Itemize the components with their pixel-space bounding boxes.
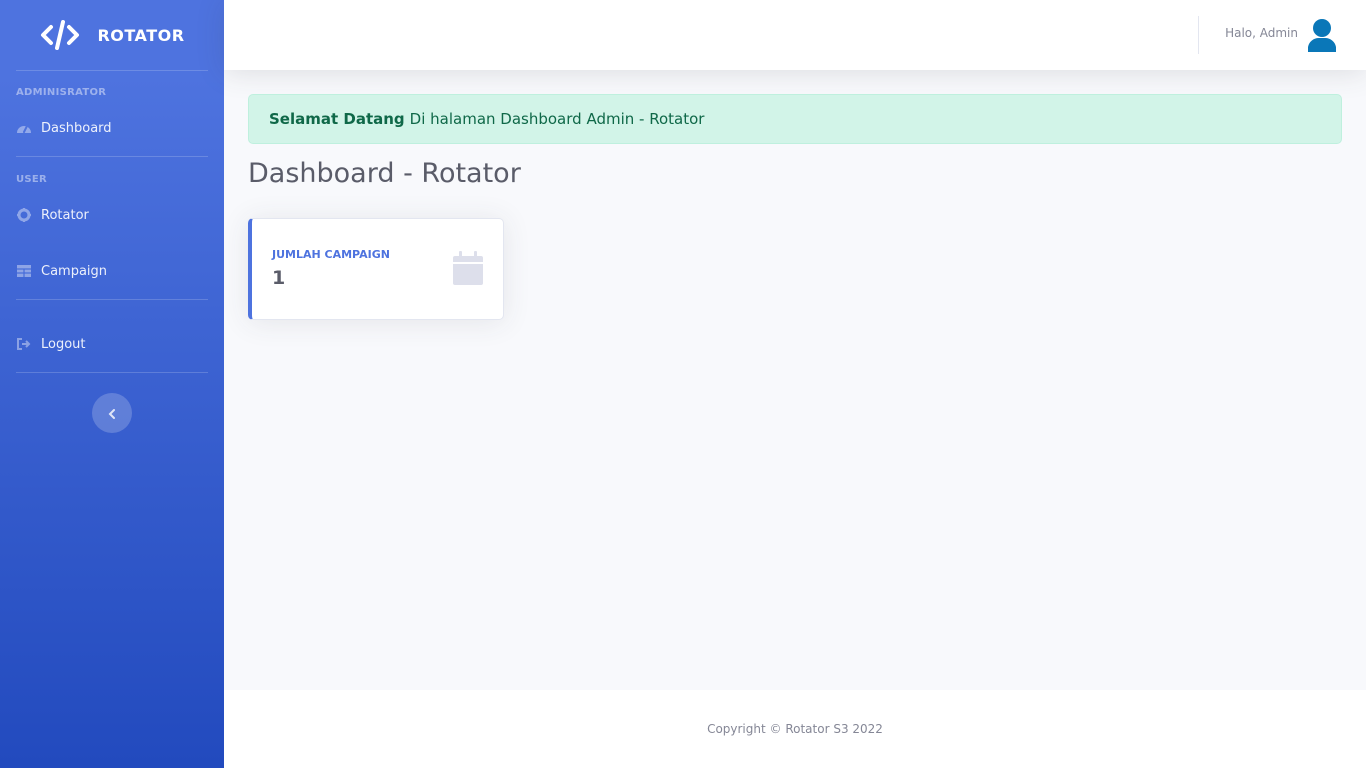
card-value: 1 <box>272 267 286 289</box>
sidebar-heading-user: USER <box>16 174 48 185</box>
sidebar-item-label: Rotator <box>41 207 89 223</box>
campaign-count-card: JUMLAH CAMPAIGN 1 <box>248 218 504 320</box>
brand-link[interactable]: ROTATOR <box>0 0 224 70</box>
brand-text: ROTATOR <box>97 25 185 45</box>
footer: Copyright © Rotator S3 2022 <box>224 690 1366 768</box>
user-greeting[interactable]: Halo, Admin <box>1225 26 1298 40</box>
sidebar-item-label: Logout <box>41 336 86 352</box>
sidebar-item-campaign[interactable]: Campaign <box>0 257 224 285</box>
page-title: Dashboard - Rotator <box>248 158 521 189</box>
user-icon[interactable] <box>1306 18 1338 52</box>
sidebar-item-label: Dashboard <box>41 120 112 136</box>
sidebar-toggle-button[interactable] <box>92 393 132 433</box>
topbar-divider <box>1198 16 1199 54</box>
topbar: Halo, Admin <box>224 0 1366 70</box>
welcome-alert: Selamat Datang Di halaman Dashboard Admi… <box>248 94 1342 144</box>
sidebar-divider <box>16 372 208 373</box>
sidebar-item-logout[interactable]: Logout <box>0 330 224 358</box>
sidebar-item-rotator[interactable]: Rotator <box>0 201 224 229</box>
sidebar: ROTATOR ADMINISRATOR Dashboard USER Rota… <box>0 0 224 768</box>
card-label: JUMLAH CAMPAIGN <box>272 248 390 261</box>
sidebar-heading-admin: ADMINISRATOR <box>16 87 107 98</box>
tachometer-icon <box>16 120 32 136</box>
cog-icon <box>16 207 32 223</box>
alert-strong: Selamat Datang <box>269 110 405 128</box>
code-icon <box>39 19 81 51</box>
sign-out-icon <box>16 336 32 352</box>
chevron-left-icon <box>108 404 116 423</box>
sidebar-item-label: Campaign <box>41 263 108 279</box>
alert-text: Di halaman Dashboard Admin - Rotator <box>409 110 705 128</box>
sidebar-item-dashboard[interactable]: Dashboard <box>0 114 224 142</box>
table-icon <box>16 263 32 279</box>
calendar-icon <box>453 251 483 285</box>
copyright-text: Copyright © Rotator S3 2022 <box>707 722 883 736</box>
